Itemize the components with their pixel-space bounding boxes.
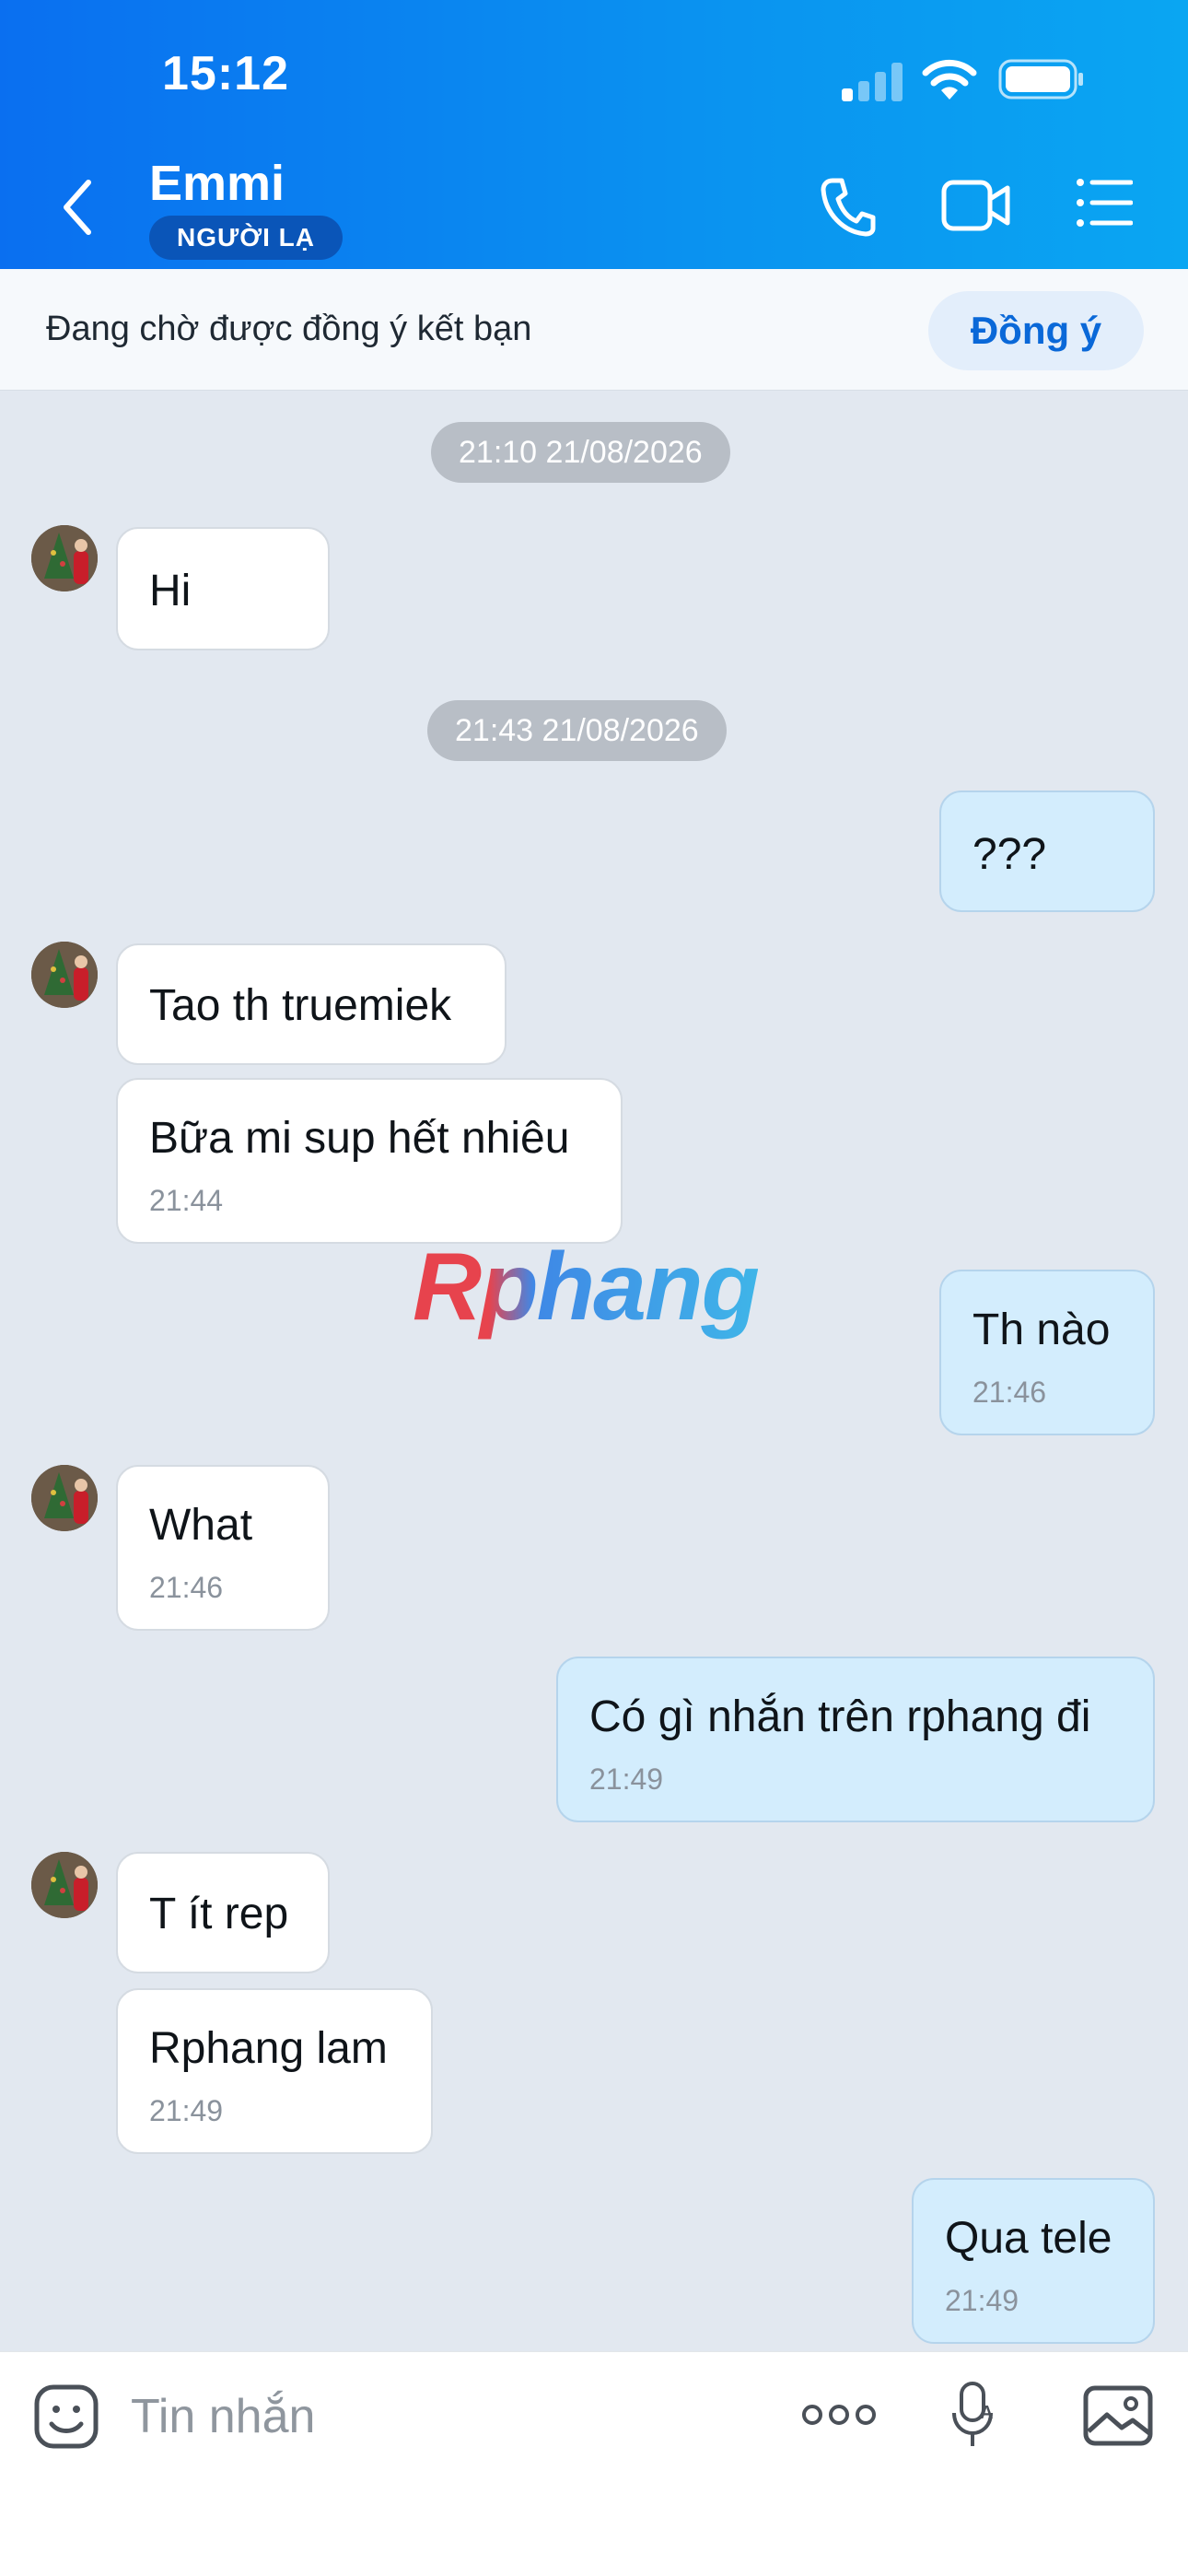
message-time: 21:49: [945, 2284, 1019, 2317]
avatar[interactable]: [31, 1465, 98, 1531]
avatar[interactable]: [31, 942, 98, 1008]
wifi-icon: [922, 59, 977, 100]
time-separator: 21:43 21/08/2026: [427, 700, 727, 761]
sticker-icon[interactable]: [33, 2383, 99, 2450]
message-bubble[interactable]: Tao th truemiek: [116, 943, 507, 1065]
time-separator: 21:10 21/08/2026: [431, 422, 730, 483]
message-bubble[interactable]: Th nào 21:46: [939, 1270, 1155, 1435]
status-time: 15:12: [162, 47, 289, 100]
phone-icon[interactable]: [820, 177, 877, 238]
video-call-icon[interactable]: [941, 177, 1011, 234]
menu-list-icon[interactable]: [1076, 177, 1133, 228]
message-input[interactable]: Tin nhắn: [131, 2389, 315, 2444]
svg-text:A: A: [980, 2403, 993, 2423]
image-icon[interactable]: [1083, 2385, 1153, 2446]
message-time: 21:46: [149, 1571, 224, 1604]
contact-name[interactable]: Emmi: [149, 155, 285, 212]
message-bubble[interactable]: Qua tele 21:49: [912, 2178, 1155, 2344]
avatar[interactable]: [31, 1852, 98, 1918]
message-bubble[interactable]: Hi: [116, 527, 330, 650]
cellular-signal-icon: [842, 61, 906, 101]
message-bubble[interactable]: Rphang lam 21:49: [116, 1988, 433, 2154]
stranger-badge: NGƯỜI LẠ: [149, 216, 343, 260]
message-bubble[interactable]: What 21:46: [116, 1465, 330, 1631]
message-bubble[interactable]: Có gì nhắn trên rphang đi 21:49: [556, 1657, 1155, 1822]
chat-header: 15:12 Emmi NGƯỜI LẠ: [0, 0, 1188, 269]
more-icon[interactable]: [801, 2396, 877, 2433]
message-input-bar: Tin nhắn A: [0, 2351, 1188, 2576]
back-icon[interactable]: [55, 175, 101, 240]
message-bubble[interactable]: ???: [939, 790, 1155, 912]
message-time: 21:49: [149, 2094, 224, 2127]
message-time: 21:49: [589, 1762, 664, 1796]
message-time: 21:44: [149, 1184, 224, 1217]
avatar[interactable]: [31, 525, 98, 591]
message-bubble[interactable]: Bữa mi sup hết nhiêu 21:44: [116, 1078, 623, 1244]
voice-to-text-icon[interactable]: A: [949, 2380, 1000, 2450]
accept-friend-button[interactable]: Đồng ý: [928, 291, 1144, 370]
message-bubble[interactable]: T ít rep: [116, 1852, 330, 1973]
battery-icon: [998, 59, 1083, 100]
friend-request-bar: Đang chờ được đồng ý kết bạn Đồng ý: [0, 269, 1188, 391]
message-time: 21:46: [973, 1376, 1047, 1409]
watermark-logo: Rphang: [413, 1234, 760, 1341]
friend-request-text: Đang chờ được đồng ý kết bạn: [46, 310, 532, 348]
